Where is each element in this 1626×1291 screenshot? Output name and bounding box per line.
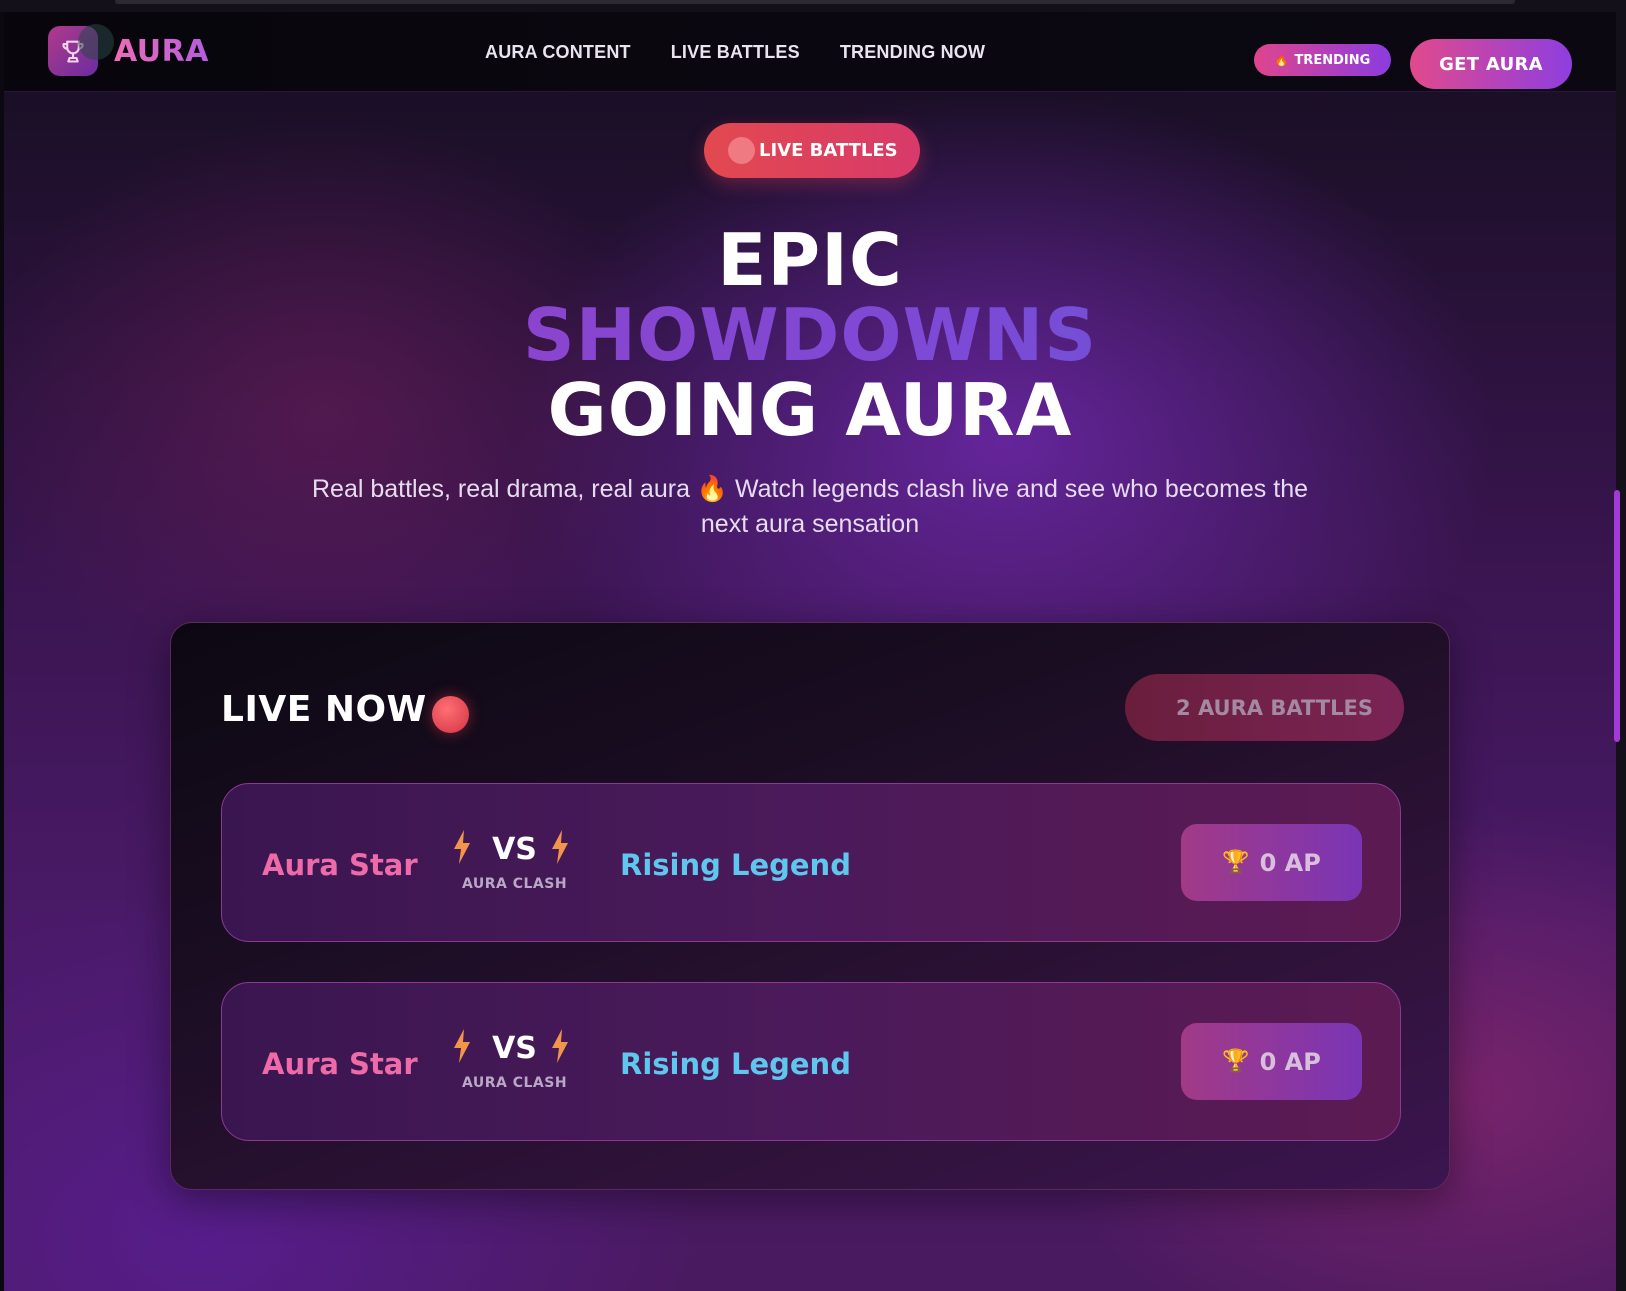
site-header: AURA AURA CONTENT LIVE BATTLES TRENDING … — [4, 12, 1616, 92]
nav-live-battles[interactable]: LIVE BATTLES — [671, 42, 800, 63]
fighter-left-name: Aura Star — [262, 1047, 418, 1081]
aura-points-value: 0 AP — [1259, 1047, 1321, 1076]
fighter-right-name: Rising Legend — [620, 848, 851, 882]
vs-block: VS AURA CLASH — [452, 830, 577, 900]
live-indicator-dot — [728, 137, 755, 164]
nav-trending-now[interactable]: TRENDING NOW — [840, 42, 985, 63]
get-aura-button[interactable]: GET AURA — [1410, 39, 1572, 89]
fire-icon: 🔥 — [1274, 53, 1289, 67]
hero-title-line-1: EPIC — [717, 218, 903, 302]
hero-title-line-3: GOING AURA — [547, 368, 1073, 452]
live-battles-pill[interactable]: LIVE BATTLES — [704, 123, 920, 178]
live-pill-label: LIVE BATTLES — [759, 140, 898, 161]
hero-title-line-2: SHOWDOWNS — [4, 297, 1616, 373]
aura-points-badge[interactable]: 🏆 0 AP — [1181, 824, 1362, 901]
fighter-left-name: Aura Star — [262, 848, 418, 882]
hero-section: LIVE BATTLES EPIC SHOWDOWNS GOING AURA R… — [4, 92, 1616, 1291]
vs-label: VS — [492, 1031, 537, 1066]
nav-aura-content[interactable]: AURA CONTENT — [485, 42, 631, 63]
live-status-dot — [432, 696, 469, 733]
live-now-panel: LIVE NOW 2 AURA BATTLES Aura Star VS AUR… — [170, 622, 1450, 1190]
vs-block: VS AURA CLASH — [452, 1029, 577, 1099]
lightning-icon — [552, 1029, 568, 1063]
main-nav: AURA CONTENT LIVE BATTLES TRENDING NOW — [485, 42, 985, 63]
browser-window: AURA AURA CONTENT LIVE BATTLES TRENDING … — [0, 0, 1626, 1291]
battle-card[interactable]: Aura Star VS AURA CLASH Rising Legend 🏆 … — [221, 783, 1401, 942]
trophy-icon: 🏆 — [1222, 850, 1250, 875]
logo-overlay-dot — [78, 24, 114, 60]
vs-label: VS — [492, 832, 537, 867]
hero-subtitle: Real battles, real drama, real aura 🔥 Wa… — [312, 475, 1308, 538]
battle-card[interactable]: Aura Star VS AURA CLASH Rising Legend 🏆 … — [221, 982, 1401, 1141]
battle-tag: AURA CLASH — [461, 876, 568, 892]
lightning-icon — [454, 830, 470, 864]
fighter-right-name: Rising Legend — [620, 1047, 851, 1081]
trending-badge[interactable]: 🔥 TRENDING — [1254, 44, 1391, 76]
window-top-strip — [0, 0, 1626, 12]
live-now-heading: LIVE NOW — [221, 689, 427, 730]
trending-label: TRENDING — [1294, 52, 1371, 68]
battle-count-badge: 2 AURA BATTLES — [1125, 674, 1404, 741]
scrollbar-thumb[interactable] — [1614, 490, 1620, 742]
trophy-icon: 🏆 — [1222, 1049, 1250, 1074]
lightning-icon — [454, 1029, 470, 1063]
lightning-icon — [552, 830, 568, 864]
battle-tag: AURA CLASH — [461, 1075, 568, 1091]
aura-points-badge[interactable]: 🏆 0 AP — [1181, 1023, 1362, 1100]
brand-name[interactable]: AURA — [114, 34, 209, 69]
aura-points-value: 0 AP — [1259, 848, 1321, 877]
